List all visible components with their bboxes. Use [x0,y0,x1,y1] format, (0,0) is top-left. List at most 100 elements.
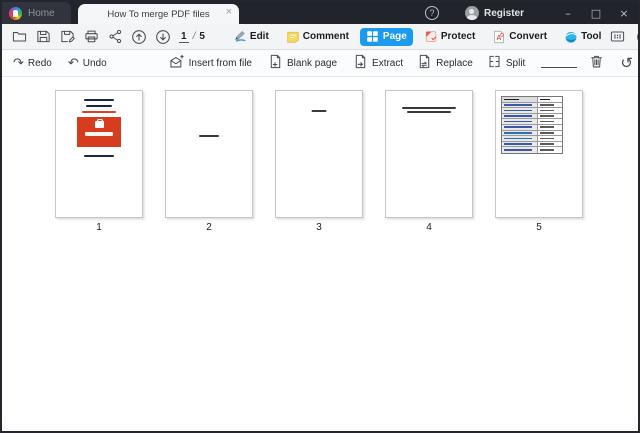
text-line [82,111,116,113]
tab-page[interactable]: Page [359,27,413,46]
document-table [501,96,563,154]
page-item-4: 4 [385,90,473,233]
zoom-out-icon[interactable] [634,27,638,47]
insert-from-file-icon [169,54,185,72]
delete-page-button[interactable] [589,54,604,72]
split-button[interactable]: Split [487,54,525,72]
rotate-left-icon: ↺ [620,53,633,72]
page-thumbnail-1[interactable] [55,90,143,218]
replace-label: Replace [436,57,473,69]
briefcase-icon [94,118,104,128]
tab-edit-label: Edit [249,31,269,42]
document-tab-title: How To merge PDF files [107,8,210,20]
redo-button[interactable]: ↷ Redo [13,57,52,70]
thumbnails-row: 1 2 3 4 5 [2,77,638,233]
pencil-icon [233,30,247,44]
convert-icon: A [492,30,506,44]
page-number-4: 4 [426,222,432,233]
text-line [84,155,114,157]
current-page-input[interactable]: 1 [179,31,189,43]
page-thumbnail-3[interactable] [275,90,363,218]
page-up-icon[interactable] [129,27,149,47]
split-icon [487,54,502,72]
page-thumbnail-5[interactable] [495,90,583,218]
undo-button[interactable]: ↶ Undo [68,57,107,70]
page-thumbnails-area: 1 2 3 4 5 [2,77,638,431]
rotate-left-button[interactable]: ↺ [620,53,633,72]
undo-icon: ↶ [67,55,79,71]
close-button[interactable]: × [610,2,638,24]
tool-ball-icon [564,30,578,44]
comment-icon [286,30,300,44]
titlebar-right: ? Register – □ × [424,2,638,24]
tab-convert[interactable]: A Convert [486,28,553,46]
app-window: Home How To merge PDF files × ? Register… [0,0,640,433]
page-thumbnail-4[interactable] [385,90,473,218]
page-grid-icon [366,30,380,44]
extract-button[interactable]: Extract [353,54,403,72]
page-item-3: 3 [275,90,363,233]
tab-tool[interactable]: Tool [558,28,607,46]
view-controls [607,27,638,47]
tab-comment-label: Comment [302,31,349,42]
home-tab[interactable]: Home [2,2,71,24]
extract-label: Extract [372,57,404,69]
page-thumbnail-2[interactable] [165,90,253,218]
table-row [502,147,562,153]
text-line [86,105,112,107]
tab-convert-label: Convert [509,31,548,42]
minimize-button[interactable]: – [554,2,582,24]
register-button[interactable]: Register [484,8,524,19]
document-tab-close-icon[interactable]: × [226,7,232,18]
text-line [311,110,327,112]
page-number-2: 2 [206,222,212,233]
text-line [199,135,219,137]
split-label: Split [505,57,526,69]
split-range-underline[interactable] [541,66,578,68]
share-icon[interactable] [105,27,125,47]
logo-text-line [85,132,113,136]
blank-page-icon [268,54,283,72]
save-as-icon[interactable] [57,27,77,47]
page-down-icon[interactable] [153,27,173,47]
page-item-2: 2 [165,90,253,233]
open-icon[interactable] [9,27,29,47]
tab-comment[interactable]: Comment [280,28,355,46]
account-avatar[interactable] [464,6,479,20]
tab-edit[interactable]: Edit [227,28,275,46]
trash-icon [589,54,604,72]
svg-text:A: A [497,35,502,42]
redo-label: Redo [27,57,52,69]
page-number-5: 5 [536,222,542,233]
insert-from-file-label: Insert from file [188,57,252,69]
save-icon[interactable] [33,27,53,47]
tab-protect-label: Protect [440,31,476,42]
page-item-5: 5 [495,90,583,233]
fit-width-icon[interactable] [607,27,627,47]
replace-icon [417,54,432,72]
print-icon[interactable] [81,27,101,47]
tab-page-label: Page [382,31,407,42]
page-number-1: 1 [96,222,102,233]
home-tab-label: Home [28,7,55,19]
page-number-3: 3 [316,222,322,233]
maximize-button[interactable]: □ [582,2,610,24]
replace-button[interactable]: Replace [417,54,473,72]
app-logo-icon [9,6,22,20]
document-tab[interactable]: How To merge PDF files × [78,4,239,24]
redo-icon: ↷ [13,55,24,71]
insert-from-file-button[interactable]: Insert from file [169,54,252,72]
undo-label: Undo [82,57,107,69]
help-icon[interactable]: ? [424,6,439,20]
main-toolbar: 1 / 5 Edit Comment Page Protect A Conver… [2,24,638,50]
text-line [407,111,451,113]
tab-protect[interactable]: Protect [418,28,481,46]
blank-page-label: Blank page [286,57,338,69]
shield-icon [424,30,438,44]
page-item-1: 1 [55,90,143,233]
page-actions-toolbar: ↷ Redo ↶ Undo Insert from file Blank pag… [2,50,638,77]
text-line [84,99,114,101]
blank-page-button[interactable]: Blank page [268,54,337,72]
tab-tool-label: Tool [581,31,602,42]
total-pages: 5 [199,30,205,42]
